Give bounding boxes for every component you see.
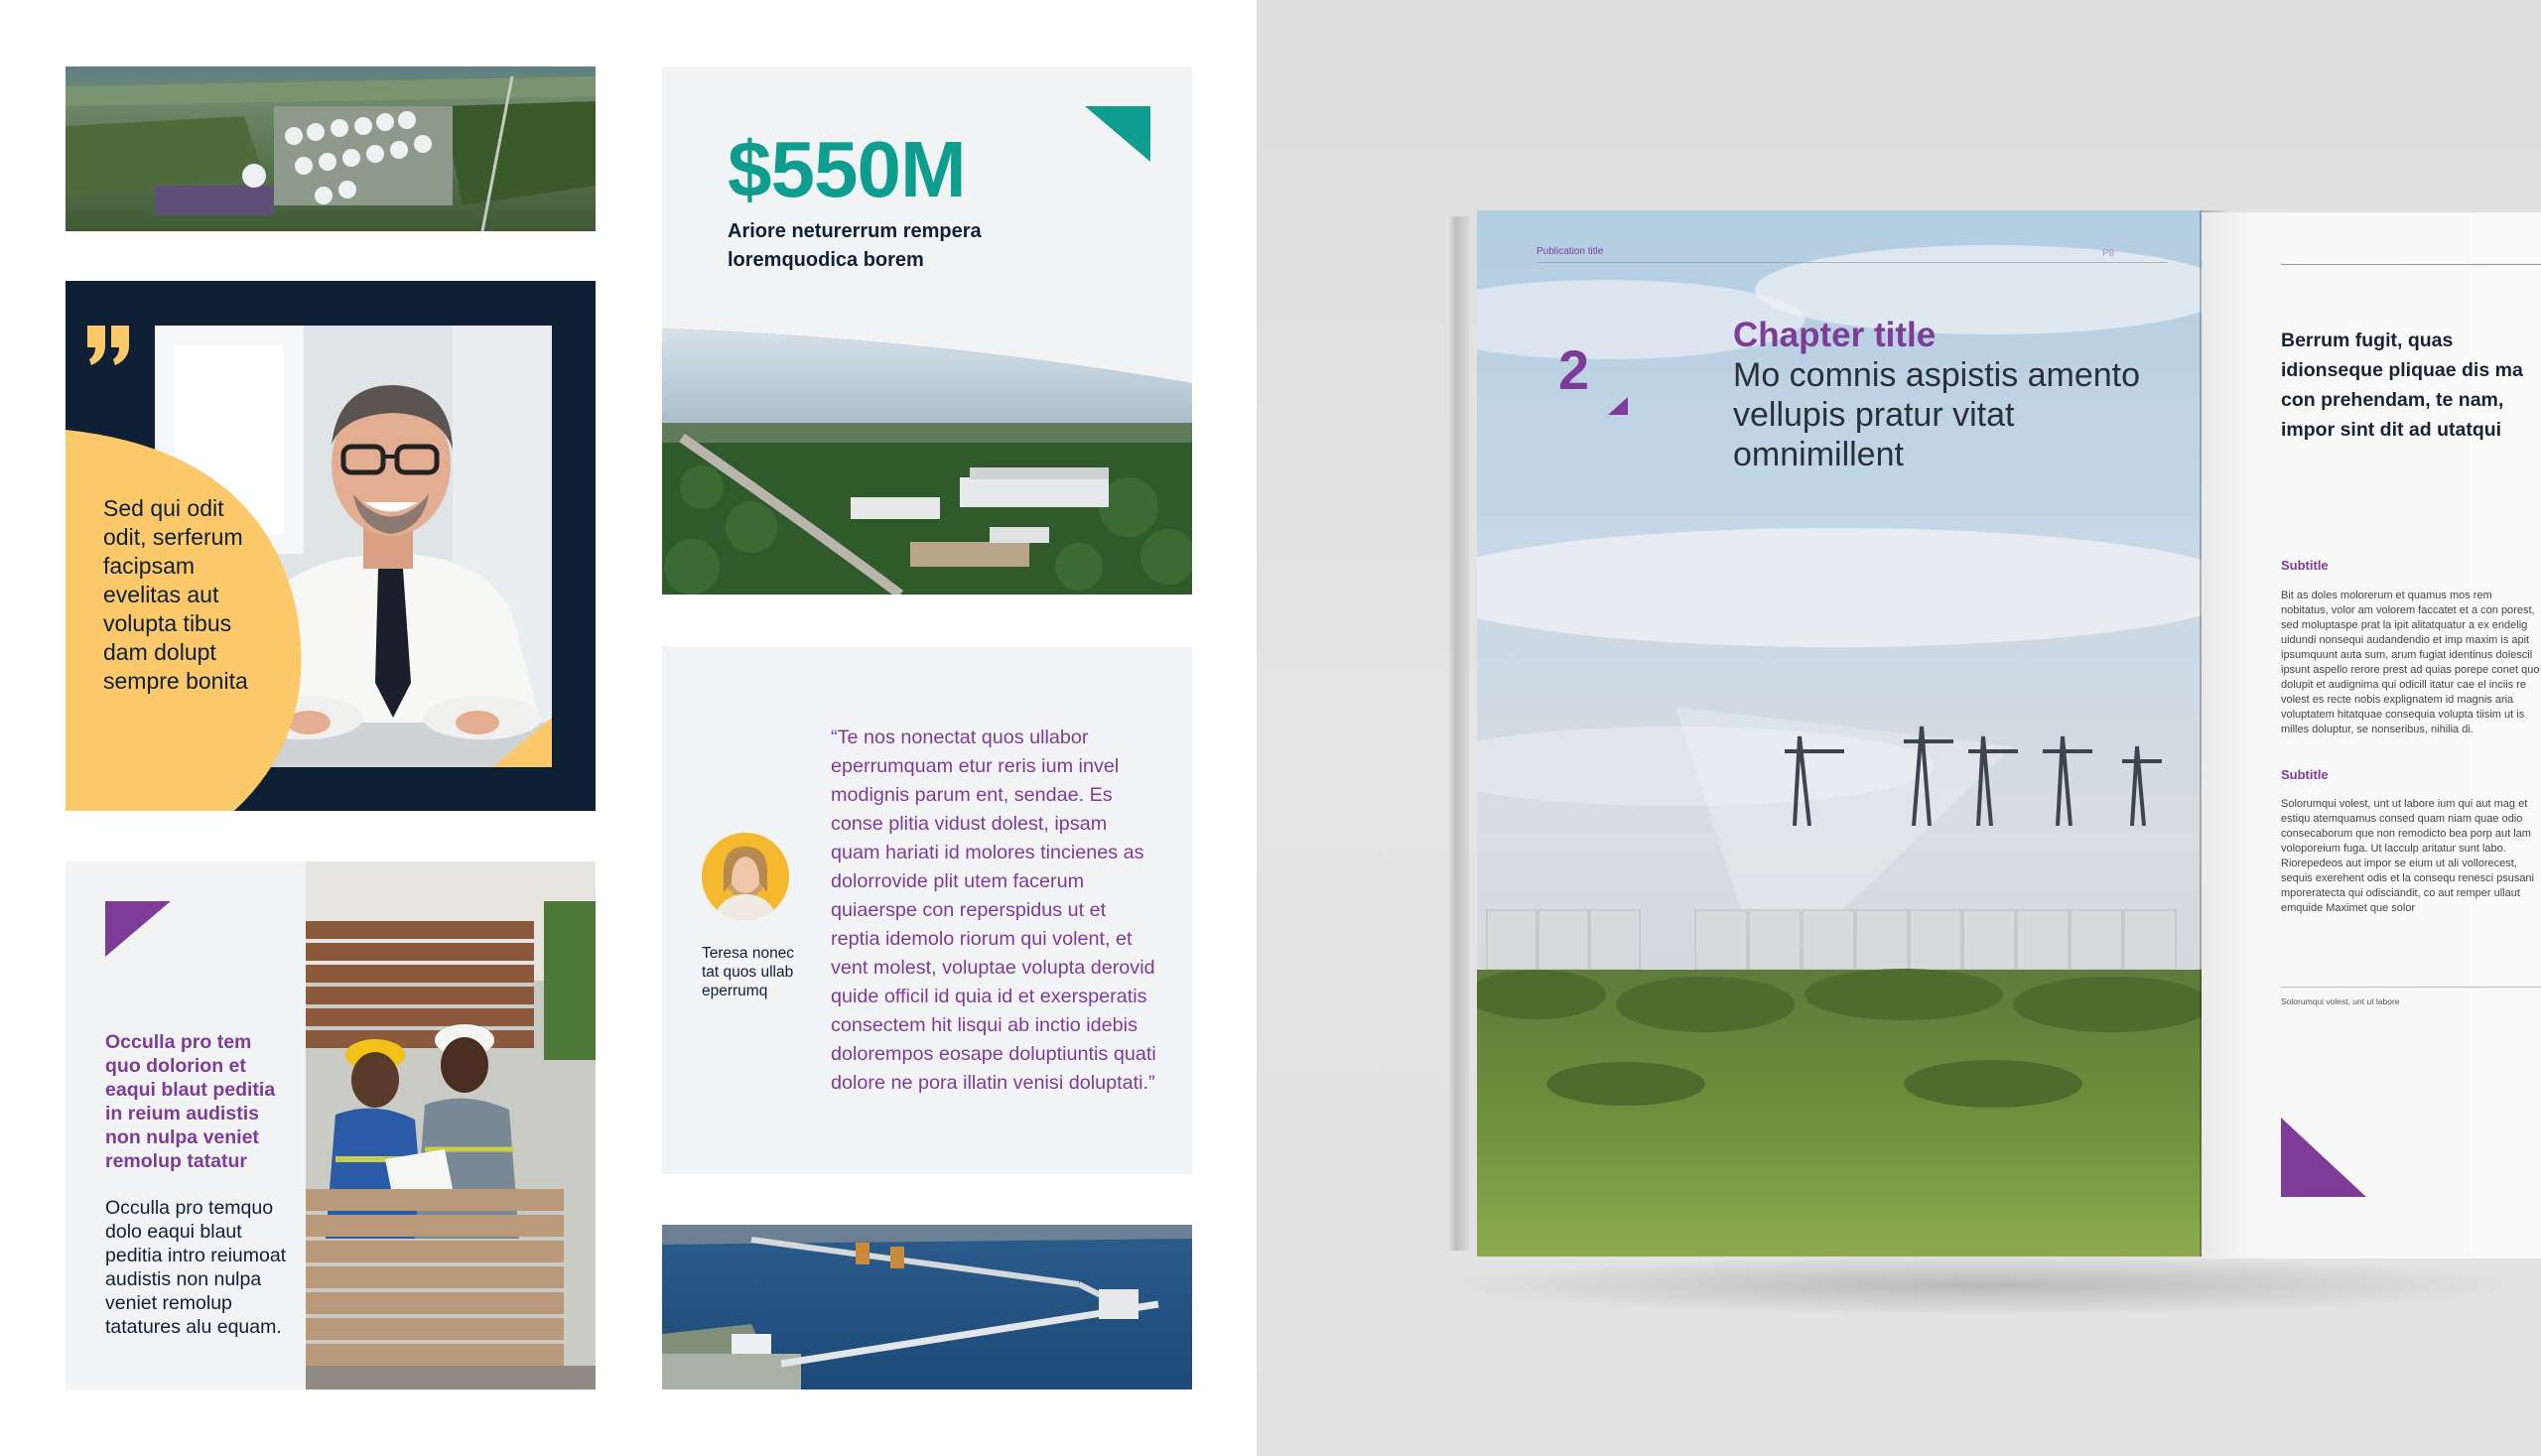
testimonial-quote: “Te nos nonectat quos ullabor eperrumqua… xyxy=(831,727,1156,1094)
quote-card: Sed qui odit odit, serferum facipsam eve… xyxy=(66,281,596,811)
publication-title: Publication title xyxy=(1537,246,1604,257)
woman-avatar xyxy=(702,833,789,920)
workers-body-text: Occulla pro temquo dolo eaqui blaut pedi… xyxy=(105,1197,287,1338)
chapter-title: Chapter title xyxy=(1733,316,1937,354)
yellow-corner-triangle xyxy=(492,718,552,767)
purple-corner-triangle xyxy=(105,901,171,957)
testimonial-name: Teresa nonec tat quos ullab eperrumq xyxy=(702,945,795,999)
chapter-subtitle: Mo comnis aspistis amento vellupis pratu… xyxy=(1733,356,2141,473)
right-page-subtitle-2: Subtitle xyxy=(2281,767,2329,782)
brochure-shadow xyxy=(1435,1256,2527,1315)
brochure-page-edges xyxy=(1447,216,1469,1251)
right-page-purple-triangle xyxy=(2281,1118,2366,1197)
brochure-mockup: Publication title P8 2 Chapter title Mo … xyxy=(1257,0,2541,1456)
quotation-mark-icon xyxy=(85,326,131,365)
pier-aerial-photo xyxy=(662,1225,1192,1390)
stat-caption: Ariore neturerrum rempera loremquodica b… xyxy=(728,220,982,271)
right-page-subtitle-1: Subtitle xyxy=(2281,558,2329,573)
stat-card: $550M Ariore neturerrum rempera loremquo… xyxy=(662,66,1192,595)
aerial-refinery-photo xyxy=(66,66,596,231)
brochure-right-page: Berrum fugit, quas idionseque pliquae di… xyxy=(2202,212,2541,1258)
workers-highlight-text: Occulla pro tem quo dolorion et eaqui bl… xyxy=(105,1031,276,1172)
footnote-rule xyxy=(2281,987,2541,988)
plantation-factory-aerial-photo xyxy=(662,329,1192,595)
right-page-lead: Berrum fugit, quas idionseque pliquae di… xyxy=(2281,326,2541,445)
right-page-body-1: Bit as doles molorerum et quamus mos rem… xyxy=(2281,590,2540,735)
right-header-rule xyxy=(2281,264,2541,265)
lead-text: Berrum fugit, quas idionseque pliquae di… xyxy=(2281,330,2523,441)
teal-corner-triangle xyxy=(1085,106,1150,162)
workers-lumber-photo xyxy=(306,861,596,1390)
chapter-number: 2 xyxy=(1558,338,1590,401)
stat-value: $550M xyxy=(728,125,967,213)
quote-card-text: Sed qui odit odit, serferum facipsam eve… xyxy=(103,495,248,694)
right-page-body-2: Solorumqui volest, unt ut labore ium qui… xyxy=(2281,798,2534,914)
testimonial-card: Teresa nonec tat quos ullab eperrumq “Te… xyxy=(662,646,1192,1174)
brochure-left-page: Publication title P8 2 Chapter title Mo … xyxy=(1477,210,2202,1257)
right-page-footnote: Solorumqui volest, unt ut labore xyxy=(2281,996,2400,1006)
header-rule xyxy=(1537,262,2168,263)
workers-card: Occulla pro tem quo dolorion et eaqui bl… xyxy=(66,861,596,1390)
chapter-number-triangle xyxy=(1608,397,1628,415)
page-number: P8 xyxy=(2102,248,2115,259)
